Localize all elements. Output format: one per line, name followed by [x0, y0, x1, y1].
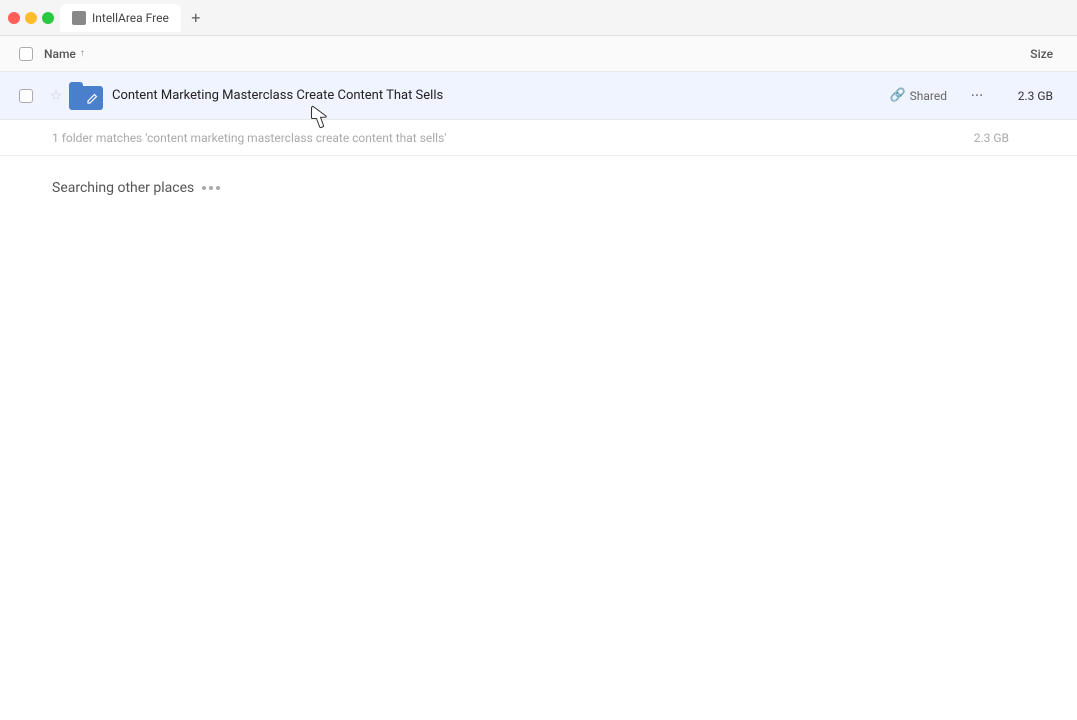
dot-3: [216, 186, 220, 190]
maximize-button[interactable]: [42, 12, 54, 24]
dot-1: [202, 186, 206, 190]
file-size: 2.3 GB: [999, 89, 1069, 103]
more-options-button[interactable]: ···: [963, 82, 991, 110]
main-tab[interactable]: IntellArea Free: [60, 4, 181, 32]
pencil-icon: [85, 92, 99, 106]
tab-bar: IntellArea Free +: [60, 4, 207, 32]
shared-badge: 🔗 Shared: [889, 88, 947, 103]
file-icon-wrapper: [68, 78, 104, 114]
close-button[interactable]: [8, 12, 20, 24]
name-header-label: Name: [44, 47, 76, 61]
searching-label: Searching other places: [52, 180, 194, 196]
star-col[interactable]: ☆: [44, 88, 68, 104]
window-controls: [8, 12, 54, 24]
shared-label: Shared: [910, 89, 947, 103]
summary-size: 2.3 GB: [974, 131, 1025, 145]
name-column-header[interactable]: Name ↑: [44, 47, 989, 61]
minimize-button[interactable]: [25, 12, 37, 24]
summary-row: 1 folder matches 'content marketing mast…: [0, 120, 1077, 156]
header-checkbox-col: [8, 47, 44, 61]
row-checkbox-col: [8, 89, 44, 103]
sort-arrow-icon: ↑: [80, 48, 85, 59]
add-tab-button[interactable]: +: [185, 7, 207, 29]
dot-2: [209, 186, 213, 190]
size-column-header[interactable]: Size: [989, 47, 1069, 61]
row-checkbox[interactable]: [19, 89, 33, 103]
list-header: Name ↑ Size: [0, 36, 1077, 72]
link-icon: 🔗: [889, 88, 905, 103]
tab-label: IntellArea Free: [92, 11, 169, 25]
title-bar: IntellArea Free +: [0, 0, 1077, 36]
star-icon: ☆: [50, 88, 63, 104]
loading-dots: [202, 186, 220, 190]
file-name: Content Marketing Masterclass Create Con…: [112, 88, 889, 103]
summary-text: 1 folder matches 'content marketing mast…: [52, 131, 974, 145]
select-all-checkbox[interactable]: [19, 47, 33, 61]
file-row[interactable]: ☆ Content Marketing Masterclass Create C…: [0, 72, 1077, 120]
tab-icon: [72, 11, 86, 25]
folder-icon: [69, 82, 103, 110]
size-header-label: Size: [1030, 47, 1053, 61]
searching-section: Searching other places: [0, 156, 1077, 220]
